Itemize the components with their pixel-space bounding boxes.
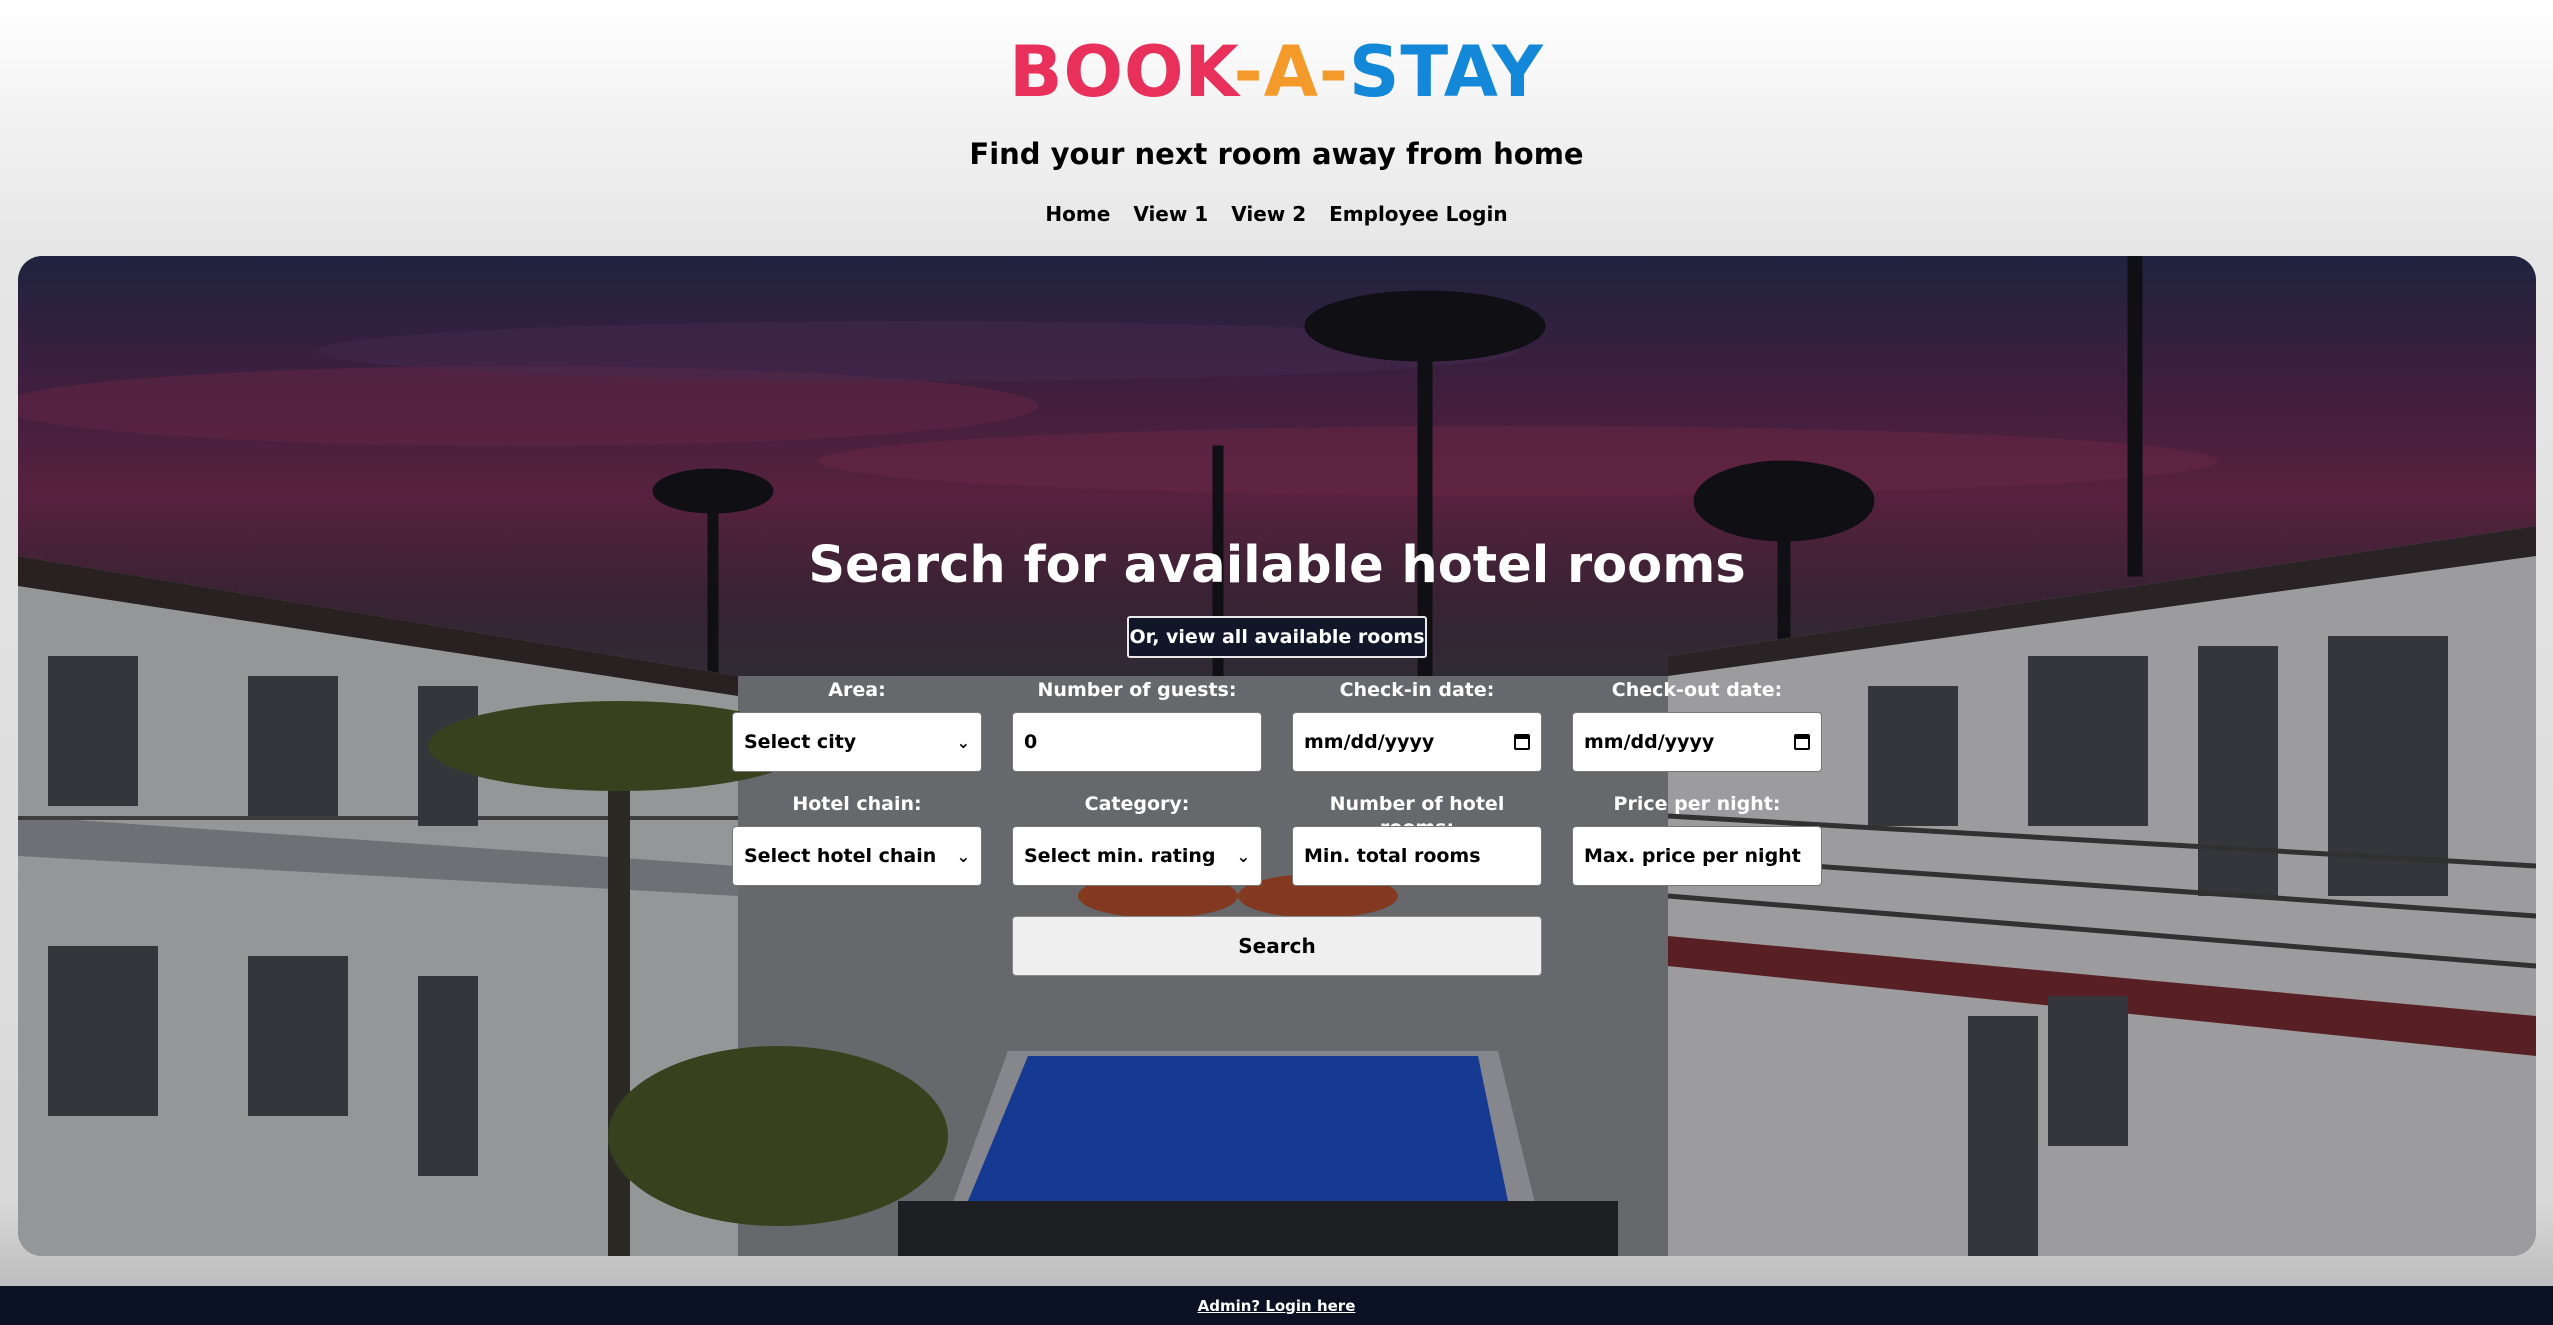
logo-part-a: A [1263,31,1319,113]
search-button[interactable]: Search [1012,916,1542,976]
area-select-value: Select city [744,731,857,753]
max-price-placeholder: Max. price per night [1584,845,1801,867]
logo-part-stay: STAY [1348,31,1544,113]
footer: Admin? Login here [0,1286,2553,1325]
price-label: Price per night: [1613,793,1781,815]
logo: BOOK-A-STAY [0,30,2553,114]
admin-login-link[interactable]: Admin? Login here [1198,1297,1356,1315]
logo-dash: - [1233,31,1264,113]
max-price-input[interactable]: Max. price per night [1572,826,1822,886]
calendar-icon[interactable] [1514,734,1530,750]
tagline: Find your next room away from home [969,137,1584,171]
guests-input[interactable]: 0 [1012,712,1262,772]
main-nav: Home View 1 View 2 Employee Login [0,200,2553,228]
category-select-value: Select min. rating [1024,845,1216,867]
logo-part-book: BOOK [1009,31,1234,113]
nav-view-1[interactable]: View 1 [1133,200,1208,228]
guests-input-value: 0 [1024,731,1038,753]
view-all-rooms-button[interactable]: Or, view all available rooms [1127,616,1427,658]
area-select[interactable]: Select city ⌄ [732,712,982,772]
checkin-date-input[interactable]: mm/dd/yyyy [1292,712,1542,772]
hotel-chain-select-value: Select hotel chain [744,845,937,867]
min-rooms-input[interactable]: Min. total rooms [1292,826,1542,886]
area-label: Area: [828,679,886,701]
logo-dash: - [1318,31,1349,113]
checkout-date-input[interactable]: mm/dd/yyyy [1572,712,1822,772]
chevron-down-icon: ⌄ [1236,846,1250,866]
hotel-chain-label: Hotel chain: [792,793,922,815]
checkin-label: Check-in date: [1339,679,1495,701]
checkout-date-value: mm/dd/yyyy [1584,731,1715,753]
search-title: Search for available hotel rooms [808,536,1746,595]
nav-view-2[interactable]: View 2 [1231,200,1306,228]
hotel-chain-select[interactable]: Select hotel chain ⌄ [732,826,982,886]
calendar-icon[interactable] [1794,734,1810,750]
nav-home[interactable]: Home [1045,200,1110,228]
category-label: Category: [1084,793,1190,815]
hero-section: Search for available hotel rooms Or, vie… [18,256,2536,1256]
checkout-label: Check-out date: [1611,679,1783,701]
checkin-date-value: mm/dd/yyyy [1304,731,1435,753]
min-rooms-placeholder: Min. total rooms [1304,845,1481,867]
chevron-down-icon: ⌄ [956,846,970,866]
category-select[interactable]: Select min. rating ⌄ [1012,826,1262,886]
chevron-down-icon: ⌄ [956,732,970,752]
nav-employee-login[interactable]: Employee Login [1329,200,1507,228]
guests-label: Number of guests: [1037,679,1237,701]
search-panel: Search for available hotel rooms Or, vie… [18,256,2536,1256]
